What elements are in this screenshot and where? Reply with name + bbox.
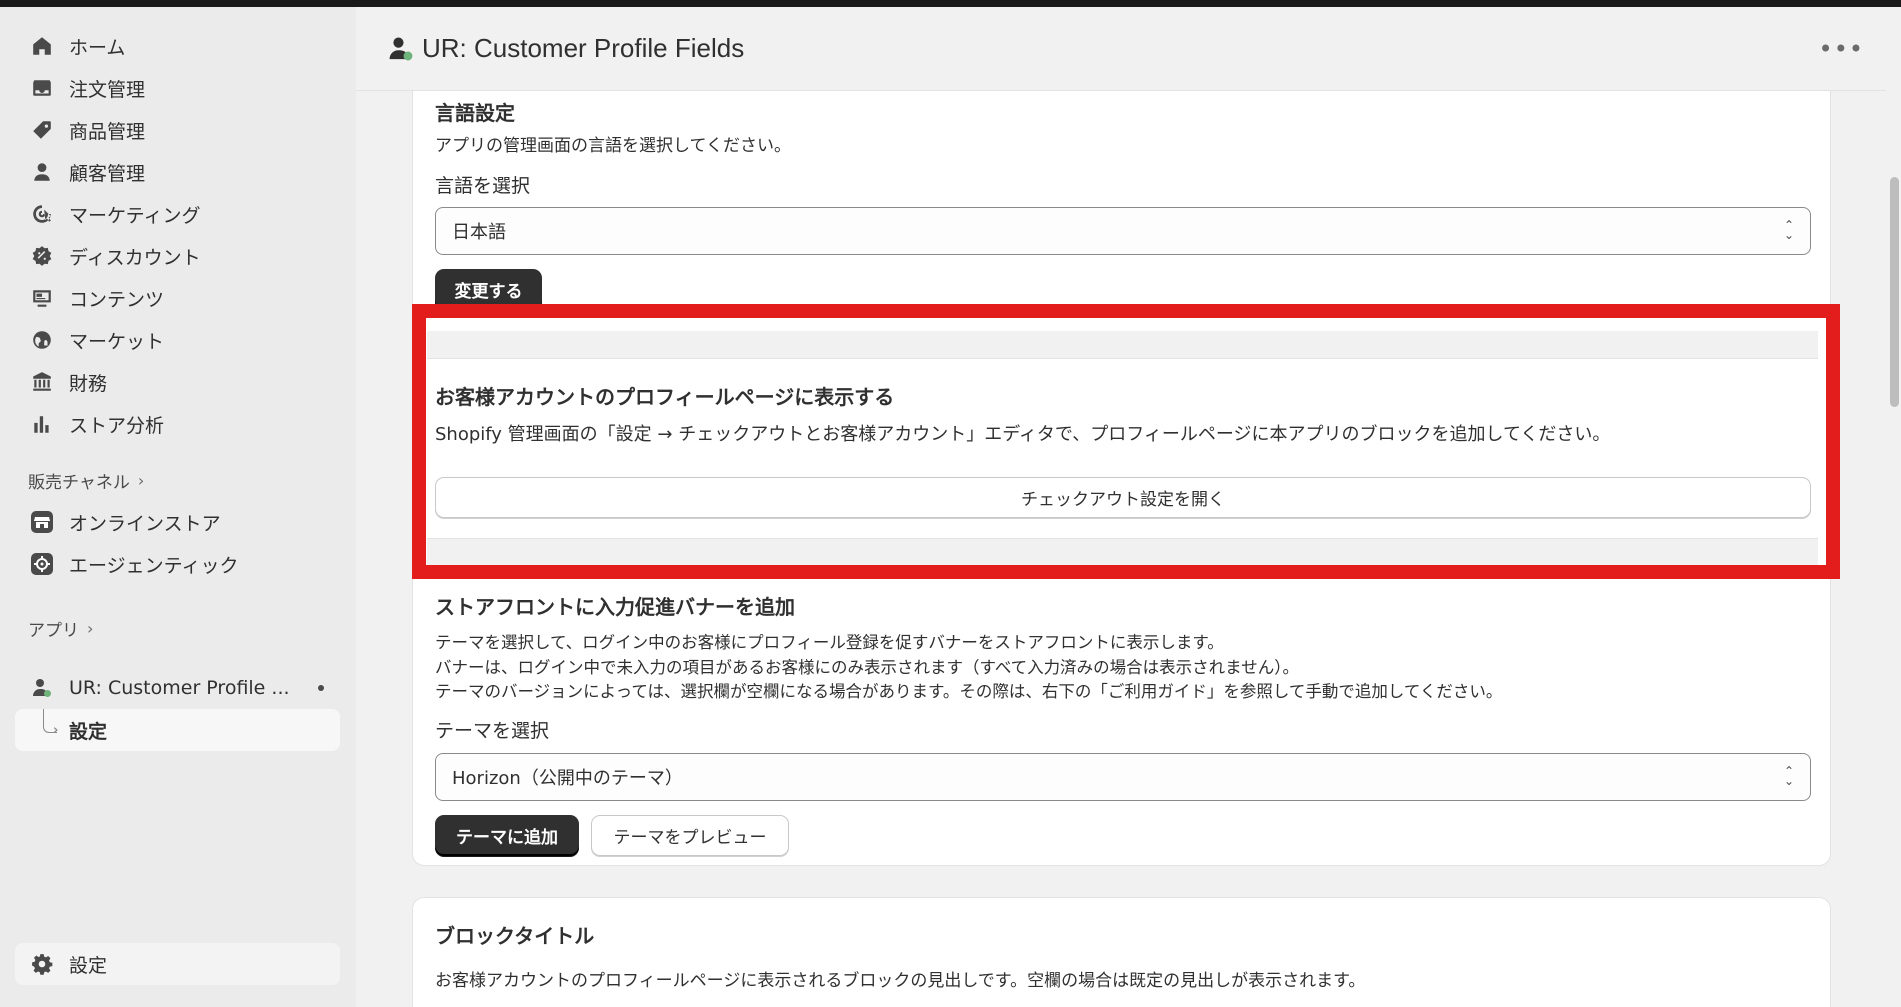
- language-select-value: 日本語: [452, 222, 506, 243]
- banner-section-line-3: テーマのバージョンによっては、選択欄が空欄になる場合があります。その際は、右下の…: [435, 682, 1503, 701]
- sidebar-item-markets[interactable]: マーケット: [15, 319, 340, 361]
- sidebar-item-label: 顧客管理: [69, 162, 146, 185]
- sidebar-item-online-store[interactable]: オンラインストア: [15, 501, 340, 543]
- sidebar-item-label: マーケティング: [69, 204, 201, 227]
- app-person-icon: [386, 34, 416, 64]
- sidebar-item-label: ディスカウント: [69, 246, 201, 269]
- profile-section-title: お客様アカウントのプロフィールページに表示する: [435, 385, 895, 409]
- sidebar-item-finance[interactable]: 財務: [15, 361, 340, 403]
- block-title-section-title: ブロックタイトル: [435, 924, 595, 948]
- language-select-label: 言語を選択: [435, 175, 531, 197]
- sidebar-item-label: マーケット: [69, 330, 165, 353]
- sales-channels-header[interactable]: 販売チャネル ›: [15, 459, 340, 501]
- inbox-icon: [29, 75, 55, 101]
- banner-section-line-1: テーマを選択して、ログイン中のお客様にプロフィール登録を促すバナーをストアフロン…: [435, 633, 1224, 652]
- sidebar-item-content[interactable]: コンテンツ: [15, 277, 340, 319]
- profile-section-description: Shopify 管理画面の「設定 → チェックアウトとお客様アカウント」エディタ…: [435, 424, 1611, 445]
- sidebar-item-app-settings[interactable]: › 設定: [15, 709, 340, 751]
- change-language-button[interactable]: 変更する: [435, 269, 542, 310]
- language-select[interactable]: 日本語 ⌃ ⌄: [435, 207, 1811, 255]
- tag-icon: [29, 117, 55, 143]
- preview-theme-button[interactable]: テーマをプレビュー: [591, 815, 789, 856]
- sidebar-item-marketing[interactable]: マーケティング: [15, 193, 340, 235]
- sidebar-item-label: ストア分析: [69, 414, 165, 437]
- sidebar-item-label: エージェンティック: [69, 554, 239, 577]
- sidebar-item-home[interactable]: ホーム: [15, 25, 340, 67]
- sidebar-item-label: ホーム: [69, 36, 126, 59]
- sidebar-item-products[interactable]: 商品管理: [15, 109, 340, 151]
- chart-icon: [29, 411, 55, 437]
- block-title-section-description: お客様アカウントのプロフィールページに表示されるブロックの見出しです。空欄の場合…: [435, 971, 1366, 991]
- chevron-right-icon: ›: [87, 618, 94, 638]
- theme-select-value: Horizon（公開中のテーマ）: [452, 768, 683, 789]
- sidebar-item-agentic[interactable]: エージェンティック: [15, 543, 340, 585]
- content-icon: [29, 285, 55, 311]
- sidebar-item-label: コンテンツ: [69, 288, 165, 311]
- main-area: 言語設定 アプリの管理画面の言語を選択してください。 言語を選択 日本語 ⌃ ⌄ …: [356, 7, 1901, 1007]
- select-updown-icon: ⌃ ⌄: [1783, 218, 1794, 242]
- sidebar-app-label: UR: Customer Profile ...: [69, 677, 290, 699]
- home-icon: [29, 33, 55, 59]
- sidebar-item-discounts[interactable]: ディスカウント: [15, 235, 340, 277]
- sidebar-item-settings[interactable]: 設定: [15, 943, 340, 985]
- add-to-theme-button[interactable]: テーマに追加: [435, 815, 579, 856]
- section-divider-bottom: [427, 538, 1818, 566]
- chevron-right-icon: ›: [137, 470, 145, 490]
- page-title: UR: Customer Profile Fields: [422, 33, 745, 63]
- tree-arrow-icon: ›: [53, 723, 59, 738]
- sidebar-item-label: 注文管理: [69, 78, 146, 101]
- sidebar-item-label: 財務: [69, 372, 108, 395]
- page-header: UR: Customer Profile Fields •••: [356, 7, 1886, 91]
- bank-icon: [29, 369, 55, 395]
- theme-select[interactable]: Horizon（公開中のテーマ） ⌃ ⌄: [435, 753, 1811, 801]
- app-person-icon: [29, 675, 55, 701]
- sidebar-item-customers[interactable]: 顧客管理: [15, 151, 340, 193]
- language-section-description: アプリの管理画面の言語を選択してください。: [435, 136, 791, 156]
- agentic-icon: [29, 551, 55, 577]
- sidebar-item-label: 商品管理: [69, 120, 146, 143]
- open-checkout-settings-button[interactable]: チェックアウト設定を開く: [435, 477, 1811, 518]
- more-options-icon[interactable]: •••: [1819, 35, 1864, 63]
- sidebar-item-label: 設定: [69, 720, 108, 743]
- section-divider-top: [427, 331, 1818, 359]
- sidebar-item-analytics[interactable]: ストア分析: [15, 403, 340, 445]
- apps-header[interactable]: アプリ ›: [15, 607, 340, 649]
- globe-icon: [29, 327, 55, 353]
- theme-select-label: テーマを選択: [435, 720, 550, 742]
- app-status-dot: [318, 685, 324, 691]
- store-icon: [29, 509, 55, 535]
- language-section-title: 言語設定: [435, 101, 515, 125]
- sidebar-app-section: UR: Customer Profile ... › 設定: [15, 667, 340, 751]
- block-title-card: ブロックタイトル お客様アカウントのプロフィールページに表示されるブロックの見出…: [412, 897, 1831, 1007]
- banner-section-title: ストアフロントに入力促進バナーを追加: [435, 595, 795, 619]
- sidebar-item-orders[interactable]: 注文管理: [15, 67, 340, 109]
- sales-channels-label: 販売チャネル: [28, 472, 130, 493]
- scrollbar-thumb[interactable]: [1890, 177, 1899, 407]
- person-icon: [29, 159, 55, 185]
- discount-icon: [29, 243, 55, 269]
- apps-label: アプリ: [28, 620, 79, 641]
- scrollbar[interactable]: [1886, 7, 1901, 1007]
- window-top-bar: [0, 0, 1901, 7]
- banner-section-line-2: バナーは、ログイン中で未入力の項目があるお客様にのみ表示されます（すべて入力済み…: [435, 658, 1299, 677]
- sidebar-item-label: 設定: [69, 954, 108, 977]
- target-icon: [29, 201, 55, 227]
- sidebar-item-app[interactable]: UR: Customer Profile ...: [15, 667, 340, 709]
- sidebar-nav: ホーム 注文管理 商品管理 顧客管理 マーケティング ディスカウント コンテンツ: [15, 25, 340, 649]
- sidebar: ホーム 注文管理 商品管理 顧客管理 マーケティング ディスカウント コンテンツ: [0, 7, 356, 1007]
- gear-icon: [29, 951, 55, 977]
- select-updown-icon: ⌃ ⌄: [1783, 764, 1794, 788]
- settings-card: 言語設定 アプリの管理画面の言語を選択してください。 言語を選択 日本語 ⌃ ⌄ …: [412, 91, 1831, 866]
- sidebar-item-label: オンラインストア: [69, 512, 221, 535]
